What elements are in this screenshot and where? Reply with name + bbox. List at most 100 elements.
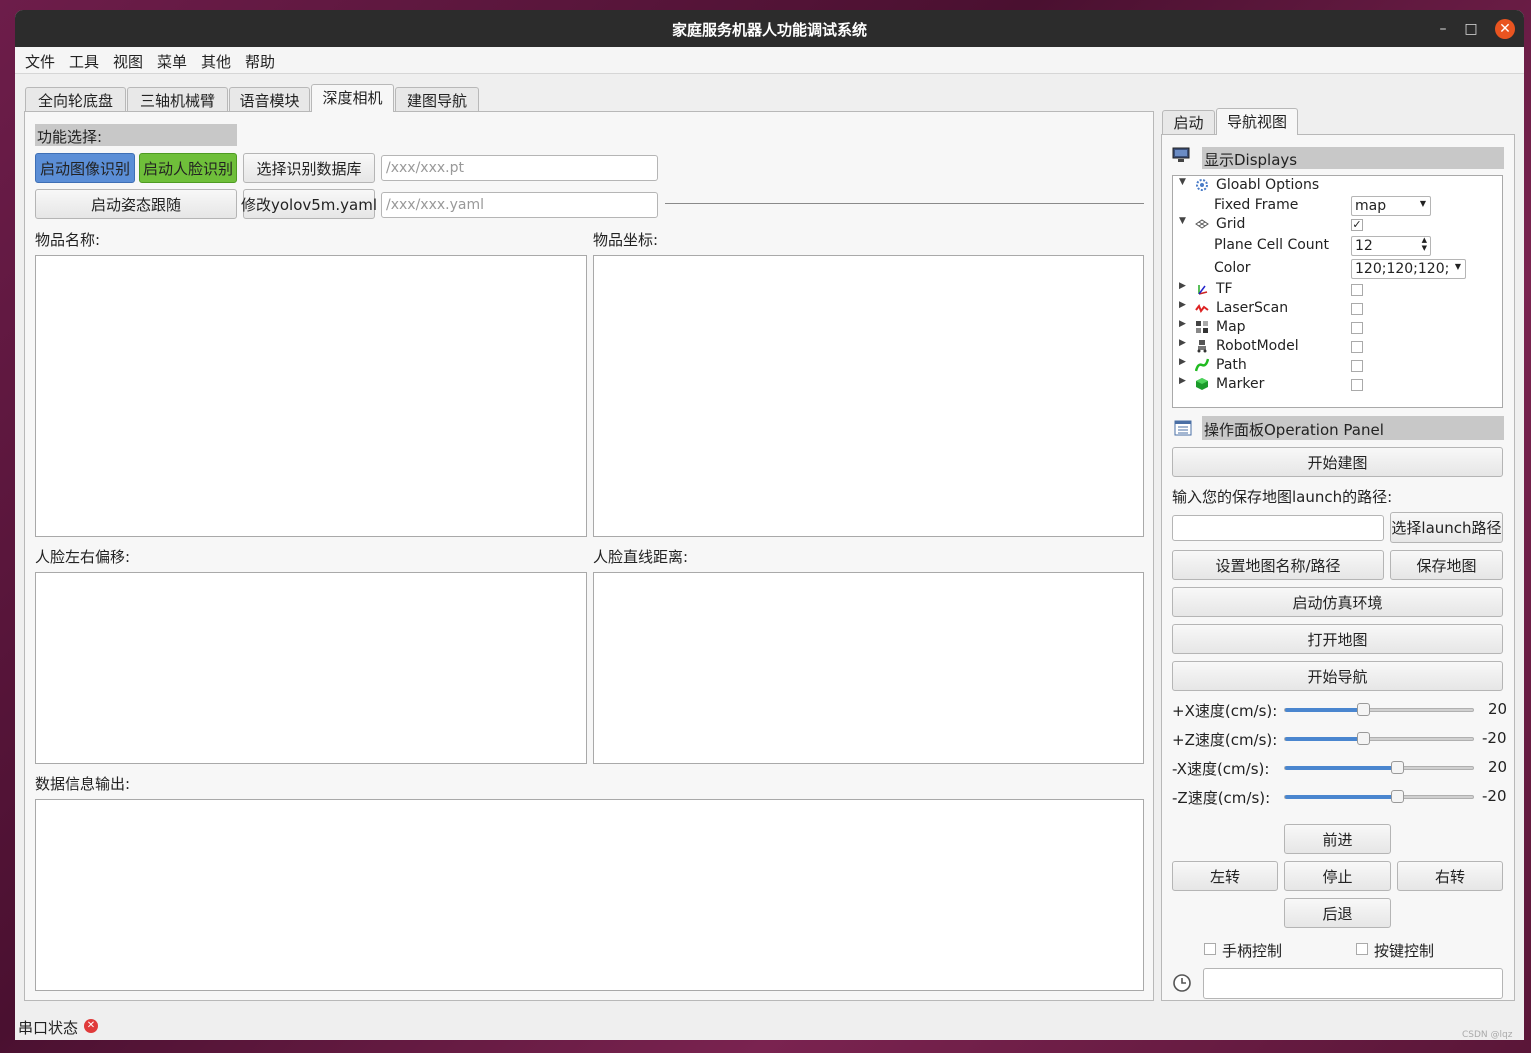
tree-row-robotmodel[interactable]: ▶ RobotModel xyxy=(1173,338,1502,357)
expand-arrow-icon[interactable]: ▼ xyxy=(1179,216,1186,226)
save-map-button[interactable]: 保存地图 xyxy=(1390,550,1503,580)
turn-left-button[interactable]: 左转 xyxy=(1172,861,1278,891)
slider-handle[interactable] xyxy=(1391,761,1404,774)
tree-row-map[interactable]: ▶ Map xyxy=(1173,319,1502,338)
face-offset-label: 人脸左右偏移: xyxy=(35,548,131,566)
tab-mapping-nav[interactable]: 建图导航 xyxy=(395,87,479,113)
item-name-label: 物品名称: xyxy=(35,231,101,249)
tab-start[interactable]: 启动 xyxy=(1162,110,1215,135)
tab-arm[interactable]: 三轴机械臂 xyxy=(127,87,228,113)
plus-x-speed-value: 20 xyxy=(1488,700,1508,718)
close-button[interactable]: ✕ xyxy=(1495,19,1515,39)
tree-row-grid[interactable]: ▼ Grid ✓ xyxy=(1173,216,1502,235)
tree-row-marker[interactable]: ▶ Marker xyxy=(1173,376,1502,395)
expand-arrow-icon[interactable]: ▶ xyxy=(1179,338,1186,348)
marker-checkbox[interactable] xyxy=(1351,379,1363,391)
data-output-textbox[interactable] xyxy=(35,799,1144,991)
time-display-field[interactable] xyxy=(1203,968,1503,999)
slider-handle[interactable] xyxy=(1357,703,1370,716)
expand-arrow-icon[interactable]: ▶ xyxy=(1179,300,1186,310)
tab-depth-camera[interactable]: 深度相机 xyxy=(311,84,394,112)
start-navigation-button[interactable]: 开始导航 xyxy=(1172,661,1503,691)
open-map-button[interactable]: 打开地图 xyxy=(1172,624,1503,654)
menu-file[interactable]: 文件 xyxy=(25,51,55,72)
displays-tree: ▼ Gloabl Options Fixed Frame map ▼ ▼ Gri… xyxy=(1172,175,1503,408)
menu-view[interactable]: 视图 xyxy=(113,51,143,72)
tab-nav-view[interactable]: 导航视图 xyxy=(1216,108,1298,135)
path-icon xyxy=(1194,358,1210,373)
start-face-recognition-button[interactable]: 启动人脸识别 xyxy=(139,153,237,183)
start-simulation-button[interactable]: 启动仿真环境 xyxy=(1172,587,1503,617)
turn-right-button[interactable]: 右转 xyxy=(1397,861,1503,891)
plane-cell-count-spinbox[interactable]: 12 ▲ ▼ xyxy=(1351,236,1431,256)
plus-x-speed-slider[interactable] xyxy=(1284,703,1474,716)
fixed-frame-select[interactable]: map ▼ xyxy=(1351,196,1431,216)
tab-voice[interactable]: 语音模块 xyxy=(229,87,310,113)
tree-row-laserscan[interactable]: ▶ LaserScan xyxy=(1173,300,1502,319)
face-offset-textbox[interactable] xyxy=(35,572,587,764)
menu-help[interactable]: 帮助 xyxy=(245,51,275,72)
minimize-button[interactable]: – xyxy=(1433,19,1453,39)
laserscan-label: LaserScan xyxy=(1216,300,1289,316)
map-label: Map xyxy=(1216,319,1246,335)
tf-checkbox[interactable] xyxy=(1351,284,1363,296)
menu-tools[interactable]: 工具 xyxy=(69,51,99,72)
spin-arrows-icon[interactable]: ▲ ▼ xyxy=(1422,237,1427,252)
slider-fill xyxy=(1285,795,1397,799)
minus-z-speed-slider[interactable] xyxy=(1284,790,1474,803)
joystick-control-checkbox[interactable] xyxy=(1204,943,1216,955)
start-image-recognition-button[interactable]: 启动图像识别 xyxy=(35,153,135,183)
slider-handle[interactable] xyxy=(1391,790,1404,803)
select-launch-path-button[interactable]: 选择launch路径 xyxy=(1390,512,1503,543)
set-map-name-button[interactable]: 设置地图名称/路径 xyxy=(1172,550,1384,580)
expand-arrow-icon[interactable]: ▶ xyxy=(1179,281,1186,291)
tree-row-path[interactable]: ▶ Path xyxy=(1173,357,1502,376)
slider-row-plus-x: +X速度(cm/s): 20 xyxy=(1162,700,1514,720)
backward-button[interactable]: 后退 xyxy=(1284,898,1391,928)
tree-row-global-options[interactable]: ▼ Gloabl Options xyxy=(1173,177,1502,196)
serial-status-label: 串口状态 xyxy=(18,1019,79,1037)
menu-other[interactable]: 其他 xyxy=(201,51,231,72)
menu-bar: 文件 工具 视图 菜单 其他 帮助 xyxy=(15,47,1524,74)
plus-z-speed-slider[interactable] xyxy=(1284,732,1474,745)
keyboard-control-checkbox[interactable] xyxy=(1356,943,1368,955)
minus-x-speed-slider[interactable] xyxy=(1284,761,1474,774)
dropdown-arrow-icon: ▼ xyxy=(1419,199,1426,208)
launch-path-input[interactable] xyxy=(1172,515,1384,541)
forward-button[interactable]: 前进 xyxy=(1284,824,1391,854)
yaml-path-input[interactable]: /xxx/xxx.yaml xyxy=(381,192,658,218)
robotmodel-checkbox[interactable] xyxy=(1351,341,1363,353)
item-coord-textbox[interactable] xyxy=(593,255,1144,537)
select-database-button[interactable]: 选择识别数据库 xyxy=(243,153,375,183)
expand-arrow-icon[interactable]: ▶ xyxy=(1179,357,1186,367)
path-checkbox[interactable] xyxy=(1351,360,1363,372)
color-select[interactable]: 120;120;120; ▼ xyxy=(1351,259,1466,279)
expand-arrow-icon[interactable]: ▶ xyxy=(1179,376,1186,386)
tree-row-tf[interactable]: ▶ TF xyxy=(1173,281,1502,300)
grid-checkbox[interactable]: ✓ xyxy=(1351,219,1363,231)
item-name-textbox[interactable] xyxy=(35,255,587,537)
expand-arrow-icon[interactable]: ▼ xyxy=(1179,177,1186,187)
modify-yaml-button[interactable]: 修改yolov5m.yaml xyxy=(241,189,377,219)
gear-icon xyxy=(1195,178,1210,193)
slider-handle[interactable] xyxy=(1357,732,1370,745)
start-pose-follow-button[interactable]: 启动姿态跟随 xyxy=(35,189,237,219)
laserscan-checkbox[interactable] xyxy=(1351,303,1363,315)
map-checkbox[interactable] xyxy=(1351,322,1363,334)
menu-menu[interactable]: 菜单 xyxy=(157,51,187,72)
start-mapping-button[interactable]: 开始建图 xyxy=(1172,447,1503,477)
robot-model-icon xyxy=(1195,339,1210,354)
table-icon xyxy=(1174,419,1192,437)
plane-cell-count-value: 12 xyxy=(1355,238,1373,254)
displays-header: 显示Displays xyxy=(1202,147,1504,169)
face-distance-label: 人脸直线距离: xyxy=(593,548,689,566)
tab-chassis[interactable]: 全向轮底盘 xyxy=(25,87,126,113)
maximize-button[interactable]: □ xyxy=(1461,19,1481,39)
minus-x-speed-label: -X速度(cm/s): xyxy=(1172,760,1270,778)
expand-arrow-icon[interactable]: ▶ xyxy=(1179,319,1186,329)
fixed-frame-label: Fixed Frame xyxy=(1214,197,1299,213)
dropdown-arrow-icon: ▼ xyxy=(1454,262,1461,271)
face-distance-textbox[interactable] xyxy=(593,572,1144,764)
pt-path-input[interactable]: /xxx/xxx.pt xyxy=(381,155,658,181)
stop-button[interactable]: 停止 xyxy=(1284,861,1391,891)
